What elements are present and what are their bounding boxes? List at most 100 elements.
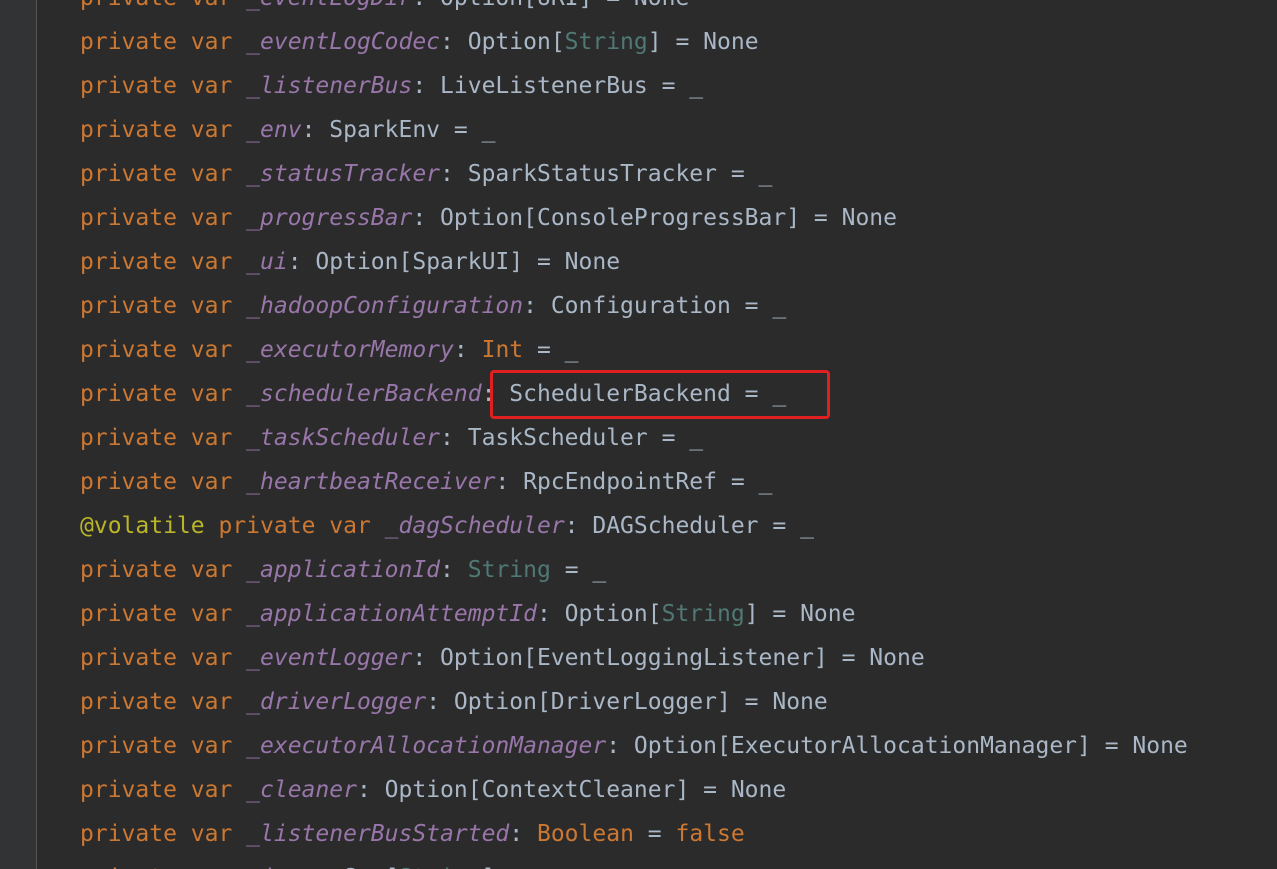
code-token: private var: [80, 777, 247, 803]
code-token: private var: [80, 337, 247, 363]
code-token: _ui: [246, 249, 288, 275]
code-token: :: [509, 821, 537, 847]
code-token: private var: [80, 557, 247, 583]
code-token: _eventLogDir: [246, 0, 412, 11]
line-event-log-dir[interactable]: private var _eventLogDir: Option[URI] = …: [80, 0, 689, 20]
code-token: : Option[DriverLogger] = None: [426, 689, 828, 715]
line-status-tracker[interactable]: private var _statusTracker: SparkStatusT…: [80, 152, 772, 196]
code-token: private var: [80, 689, 247, 715]
code-token: _applicationAttemptId: [246, 601, 537, 627]
code-token: : Option[EventLoggingListener] = None: [412, 645, 925, 671]
code-token: @volatile: [80, 513, 219, 539]
code-token: private var: [80, 293, 247, 319]
code-token: _listenerBus: [246, 73, 413, 99]
code-token: _dagScheduler: [384, 513, 565, 539]
code-token: : DAGScheduler = _: [564, 513, 814, 539]
code-token: _taskScheduler: [246, 425, 441, 451]
code-token: _jars: [246, 865, 315, 869]
code-token: _progressBar: [246, 205, 413, 231]
code-token: Boolean: [536, 821, 634, 847]
code-token: : Option[SparkUI] = None: [287, 249, 621, 275]
code-token: private var: [80, 117, 247, 143]
code-token: private var: [80, 29, 247, 55]
line-event-log-codec[interactable]: private var _eventLogCodec: Option[Strin…: [80, 20, 759, 64]
code-token: private var: [218, 513, 385, 539]
code-token: Int: [481, 337, 524, 363]
line-dag-scheduler[interactable]: @volatile private var _dagScheduler: DAG…: [80, 504, 814, 548]
code-token: _env: [246, 117, 302, 143]
code-token: : Option[ExecutorAllocationManager] = No…: [606, 733, 1188, 759]
code-token: private var: [80, 249, 247, 275]
code-token: String: [399, 865, 482, 869]
line-driver-logger[interactable]: private var _driverLogger: Option[Driver…: [80, 680, 828, 724]
line-application-id[interactable]: private var _applicationId: String = _: [80, 548, 606, 592]
code-token: : LiveListenerBus = _: [412, 73, 704, 99]
code-token: :: [453, 337, 482, 363]
code-token: : Seq[: [315, 865, 398, 869]
code-token: =: [633, 821, 676, 847]
code-token: private var: [80, 73, 247, 99]
code-token: String: [467, 557, 551, 583]
line-executor-memory[interactable]: private var _executorMemory: Int = _: [80, 328, 579, 372]
line-listener-bus[interactable]: private var _listenerBus: LiveListenerBu…: [80, 64, 703, 108]
code-token: _heartbeatReceiver: [246, 469, 496, 495]
code-token: ] = None: [744, 601, 856, 627]
code-token: : SparkStatusTracker = _: [440, 161, 773, 187]
code-token: = _: [550, 557, 607, 583]
line-application-attempt-id[interactable]: private var _applicationAttemptId: Optio…: [80, 592, 855, 636]
code-token: private var: [80, 205, 247, 231]
line-progress-bar[interactable]: private var _progressBar: Option[Console…: [80, 196, 897, 240]
code-token: private var: [80, 161, 247, 187]
code-token: String: [661, 601, 745, 627]
line-event-logger[interactable]: private var _eventLogger: Option[EventLo…: [80, 636, 925, 680]
line-executor-allocation-manager[interactable]: private var _executorAllocationManager: …: [80, 724, 1188, 768]
code-token: private var: [80, 469, 247, 495]
line-cleaner[interactable]: private var _cleaner: Option[ContextClea…: [80, 768, 786, 812]
code-token: _eventLogger: [246, 645, 413, 671]
code-token: : TaskScheduler = _: [440, 425, 704, 451]
code-token: _listenerBusStarted: [246, 821, 510, 847]
code-token: : Option[: [536, 601, 662, 627]
editor-gutter: [0, 0, 37, 869]
code-token: = _: [523, 337, 579, 363]
code-token: private var: [80, 821, 247, 847]
code-token: String: [564, 29, 648, 55]
code-token: : RpcEndpointRef = _: [495, 469, 773, 495]
code-token: : SparkEnv = _: [301, 117, 496, 143]
code-token: : Option[URI] = None: [412, 0, 689, 11]
code-token: ] = _: [482, 865, 551, 869]
line-listener-bus-started[interactable]: private var _listenerBusStarted: Boolean…: [80, 812, 745, 856]
line-task-scheduler[interactable]: private var _taskScheduler: TaskSchedule…: [80, 416, 703, 460]
line-scheduler-backend[interactable]: private var _schedulerBackend: Scheduler…: [80, 372, 786, 416]
code-token: private var: [80, 0, 246, 11]
code-token: : SchedulerBackend = _: [481, 381, 787, 407]
code-token: : Option[ContextCleaner] = None: [356, 777, 787, 803]
line-env[interactable]: private var _env: SparkEnv = _: [80, 108, 495, 152]
code-token: _driverLogger: [246, 689, 427, 715]
code-token: private var: [80, 865, 246, 869]
code-token: _executorAllocationManager: [246, 733, 607, 759]
code-token: : Option[: [440, 29, 565, 55]
code-token: : Option[ConsoleProgressBar] = None: [412, 205, 897, 231]
code-token: ] = None: [647, 29, 759, 55]
code-token: private var: [80, 425, 247, 451]
line-ui[interactable]: private var _ui: Option[SparkUI] = None: [80, 240, 620, 284]
line-heartbeat-receiver[interactable]: private var _heartbeatReceiver: RpcEndpo…: [80, 460, 772, 504]
code-token: _cleaner: [246, 777, 357, 803]
code-token: false: [675, 821, 745, 847]
code-editor[interactable]: private var _eventLogDir: Option[URI] = …: [80, 0, 1270, 869]
line-partial-bottom[interactable]: private var _jars: Seq[String] = _: [80, 856, 551, 869]
code-token: :: [440, 557, 468, 583]
code-token: _hadoopConfiguration: [246, 293, 524, 319]
code-token: private var: [80, 645, 247, 671]
code-token: _schedulerBackend: [246, 381, 482, 407]
code-token: : Configuration = _: [523, 293, 787, 319]
code-token: _eventLogCodec: [246, 29, 441, 55]
code-token: _applicationId: [246, 557, 441, 583]
line-hadoop-configuration[interactable]: private var _hadoopConfiguration: Config…: [80, 284, 786, 328]
code-token: _executorMemory: [246, 337, 454, 363]
code-token: _statusTracker: [246, 161, 441, 187]
code-token: private var: [80, 601, 247, 627]
code-token: private var: [80, 381, 247, 407]
code-token: private var: [80, 733, 247, 759]
